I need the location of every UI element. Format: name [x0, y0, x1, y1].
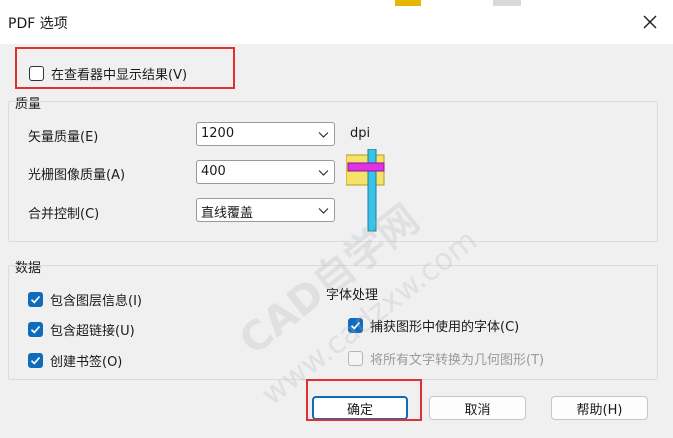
checkbox-label: 将所有文字转换为几何图形(T)	[370, 353, 545, 368]
raster-quality-label: 光栅图像质量(A)	[28, 168, 126, 183]
create-bookmarks-checkbox[interactable]: 创建书签(O)	[28, 351, 122, 370]
checkbox-box	[28, 292, 43, 307]
vector-quality-label: 矢量质量(E)	[28, 130, 99, 145]
select-value: 1200	[201, 126, 235, 141]
vector-unit-label: dpi	[350, 126, 371, 141]
checkbox-label: 包含超链接(U)	[50, 324, 135, 339]
font-section-label: 字体处理	[326, 288, 379, 303]
checkmark-icon	[30, 325, 41, 334]
pdf-options-dialog: PDF 选项 在查看器中显示结果(V) 质量 矢量质量(E) 1200 dpi …	[0, 0, 673, 438]
close-button[interactable]	[627, 0, 673, 44]
checkbox-label: 捕获图形中使用的字体(C)	[370, 320, 520, 335]
checkmark-icon	[350, 321, 361, 330]
ok-button[interactable]: 确定	[312, 396, 408, 420]
vector-quality-select[interactable]: 1200	[196, 122, 335, 146]
include-layers-checkbox[interactable]: 包含图层信息(I)	[28, 290, 142, 309]
checkbox-box	[29, 66, 44, 81]
line-overlay-icon	[346, 149, 385, 232]
checkbox-label: 包含图层信息(I)	[50, 294, 142, 309]
checkbox-box	[28, 322, 43, 337]
text-to-geometry-checkbox[interactable]: 将所有文字转换为几何图形(T)	[348, 349, 544, 368]
help-button[interactable]: 帮助(H)	[551, 396, 648, 420]
checkbox-label: 创建书签(O)	[50, 355, 123, 370]
checkbox-box	[348, 318, 363, 333]
background-strip	[395, 0, 421, 6]
chevron-down-icon	[318, 208, 329, 214]
checkmark-icon	[30, 295, 41, 304]
raster-quality-select[interactable]: 400	[196, 160, 335, 184]
chevron-down-icon	[318, 170, 329, 176]
checkbox-label: 在查看器中显示结果(V)	[51, 68, 188, 83]
merge-control-label: 合并控制(C)	[28, 207, 100, 222]
capture-fonts-checkbox[interactable]: 捕获图形中使用的字体(C)	[348, 316, 519, 335]
select-value: 400	[201, 164, 226, 179]
window-title: PDF 选项	[8, 16, 68, 32]
select-value: 直线覆盖	[201, 206, 254, 221]
background-strip	[493, 0, 521, 6]
chevron-down-icon	[318, 132, 329, 138]
merge-control-select[interactable]: 直线覆盖	[196, 198, 335, 222]
checkmark-icon	[30, 356, 41, 365]
title-bar: PDF 选项	[0, 0, 673, 44]
cancel-button[interactable]: 取消	[429, 396, 526, 420]
include-hyperlinks-checkbox[interactable]: 包含超链接(U)	[28, 320, 135, 339]
checkbox-box	[348, 351, 363, 366]
show-in-viewer-checkbox[interactable]: 在查看器中显示结果(V)	[29, 64, 187, 83]
close-icon	[643, 15, 657, 29]
checkbox-box	[28, 353, 43, 368]
